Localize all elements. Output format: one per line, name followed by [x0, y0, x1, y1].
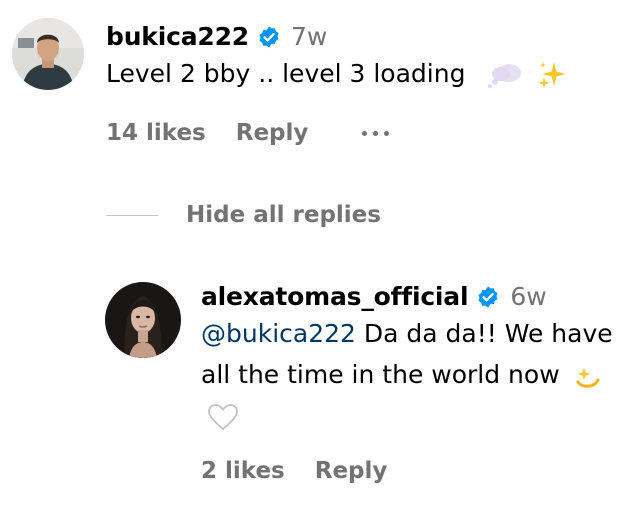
hide-replies-toggle[interactable]: Hide all replies — [106, 202, 381, 228]
comment-text: Level 2 bby .. level 3 loading — [106, 53, 606, 94]
hide-replies-label[interactable]: Hide all replies — [186, 202, 381, 228]
avatar[interactable] — [12, 18, 84, 90]
comment-thread: bukica222 7w Level 2 bby .. level 3 load… — [0, 0, 622, 530]
dizzy-emoji — [576, 368, 600, 388]
verified-badge-icon — [259, 26, 279, 47]
avatar[interactable] — [105, 282, 181, 358]
reply-button[interactable]: Reply — [236, 120, 309, 146]
white-heart-emoji — [208, 404, 238, 431]
comment-body: Level 2 bby .. level 3 loading — [106, 59, 466, 88]
verified-badge-icon — [478, 286, 498, 307]
divider-line — [106, 214, 158, 216]
thought-bubble-emoji — [488, 64, 522, 88]
comment-text: @bukica222 Da da da!! We have all the ti… — [201, 313, 621, 436]
reply-button[interactable]: Reply — [315, 458, 388, 484]
username[interactable]: alexatomas_official — [201, 282, 469, 311]
comment-time[interactable]: 7w — [291, 22, 327, 51]
sparkles-emoji — [538, 62, 567, 89]
likes-count[interactable]: 2 likes — [201, 458, 285, 484]
likes-count[interactable]: 14 likes — [106, 120, 206, 146]
comment-time[interactable]: 6w — [510, 282, 546, 311]
more-options-icon[interactable] — [362, 130, 390, 136]
username[interactable]: bukica222 — [106, 22, 249, 51]
comment-actions: 2 likes Reply — [201, 458, 621, 484]
mention-link[interactable]: @bukica222 — [201, 319, 356, 348]
comment-actions: 14 likes Reply — [106, 120, 606, 146]
